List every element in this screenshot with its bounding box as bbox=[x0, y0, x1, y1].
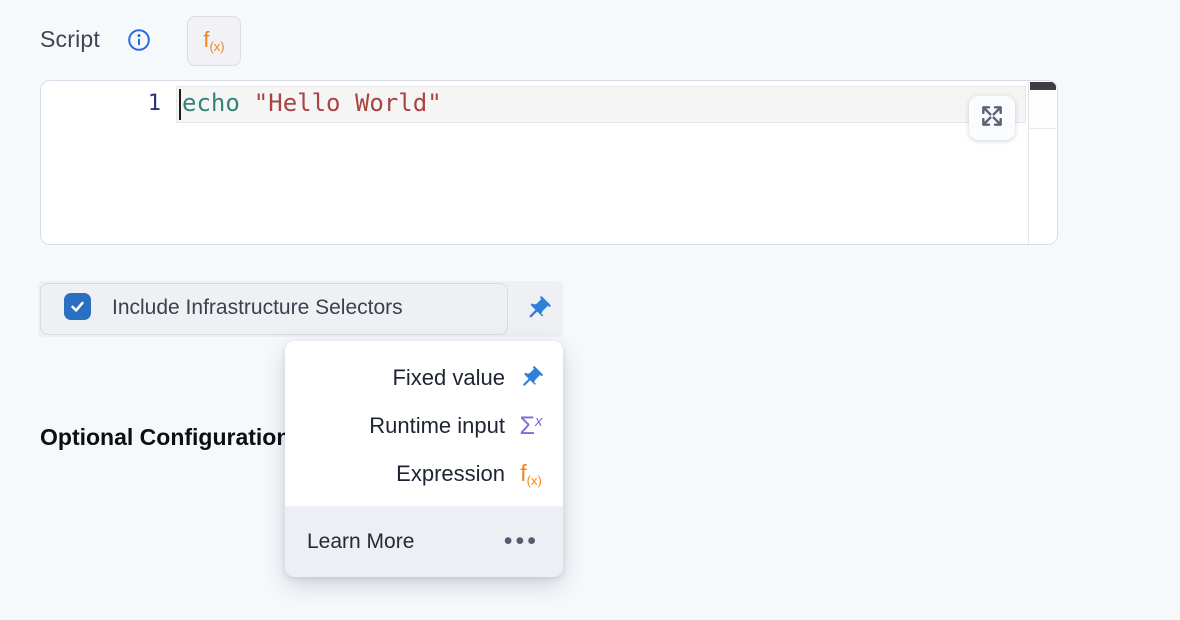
editor-scrollbar[interactable] bbox=[1028, 81, 1057, 244]
expand-icon bbox=[979, 103, 1005, 134]
menu-item-label: Fixed value bbox=[392, 365, 505, 391]
more-options-dots-icon[interactable]: ••• bbox=[504, 529, 539, 554]
menu-item-label: Runtime input bbox=[369, 413, 505, 439]
sigma-icon: Σx bbox=[517, 414, 545, 439]
include-infrastructure-selectors-row[interactable]: Include Infrastructure Selectors bbox=[38, 281, 563, 337]
fx-icon: f(x) bbox=[203, 29, 224, 53]
fx-icon: f(x) bbox=[517, 462, 545, 487]
pin-icon[interactable] bbox=[524, 295, 552, 323]
info-icon[interactable] bbox=[127, 28, 151, 52]
text-cursor bbox=[179, 89, 181, 120]
code-string: "Hello World" bbox=[254, 89, 442, 117]
learn-more-link[interactable]: Learn More bbox=[307, 530, 414, 554]
menu-footer: Learn More ••• bbox=[285, 506, 563, 577]
scrollbar-annotation bbox=[1030, 90, 1056, 129]
expand-editor-button[interactable] bbox=[969, 96, 1015, 140]
pin-icon bbox=[517, 365, 545, 391]
menu-item-expression[interactable]: Expression f(x) bbox=[285, 450, 563, 498]
script-code-editor[interactable]: 1 echo "Hello World" bbox=[40, 80, 1058, 245]
menu-item-fixed-value[interactable]: Fixed value bbox=[285, 354, 563, 402]
value-type-menu: Fixed value Runtime input Σx Expression … bbox=[285, 341, 563, 577]
script-field-label: Script bbox=[40, 26, 100, 53]
checkbox-label: Include Infrastructure Selectors bbox=[112, 296, 403, 320]
menu-item-label: Expression bbox=[396, 461, 505, 487]
expression-fx-button[interactable]: f(x) bbox=[187, 16, 241, 66]
menu-item-runtime-input[interactable]: Runtime input Σx bbox=[285, 402, 563, 450]
line-number: 1 bbox=[41, 91, 161, 116]
code-keyword: echo bbox=[182, 89, 240, 117]
scrollbar-thumb[interactable] bbox=[1030, 82, 1056, 90]
checkmark-icon bbox=[69, 298, 86, 315]
code-line[interactable]: echo "Hello World" bbox=[182, 89, 442, 117]
menu-item-list: Fixed value Runtime input Σx Expression … bbox=[285, 341, 563, 506]
optional-configuration-heading: Optional Configuration bbox=[40, 424, 290, 451]
include-infrastructure-selectors-checkbox[interactable] bbox=[64, 293, 91, 320]
